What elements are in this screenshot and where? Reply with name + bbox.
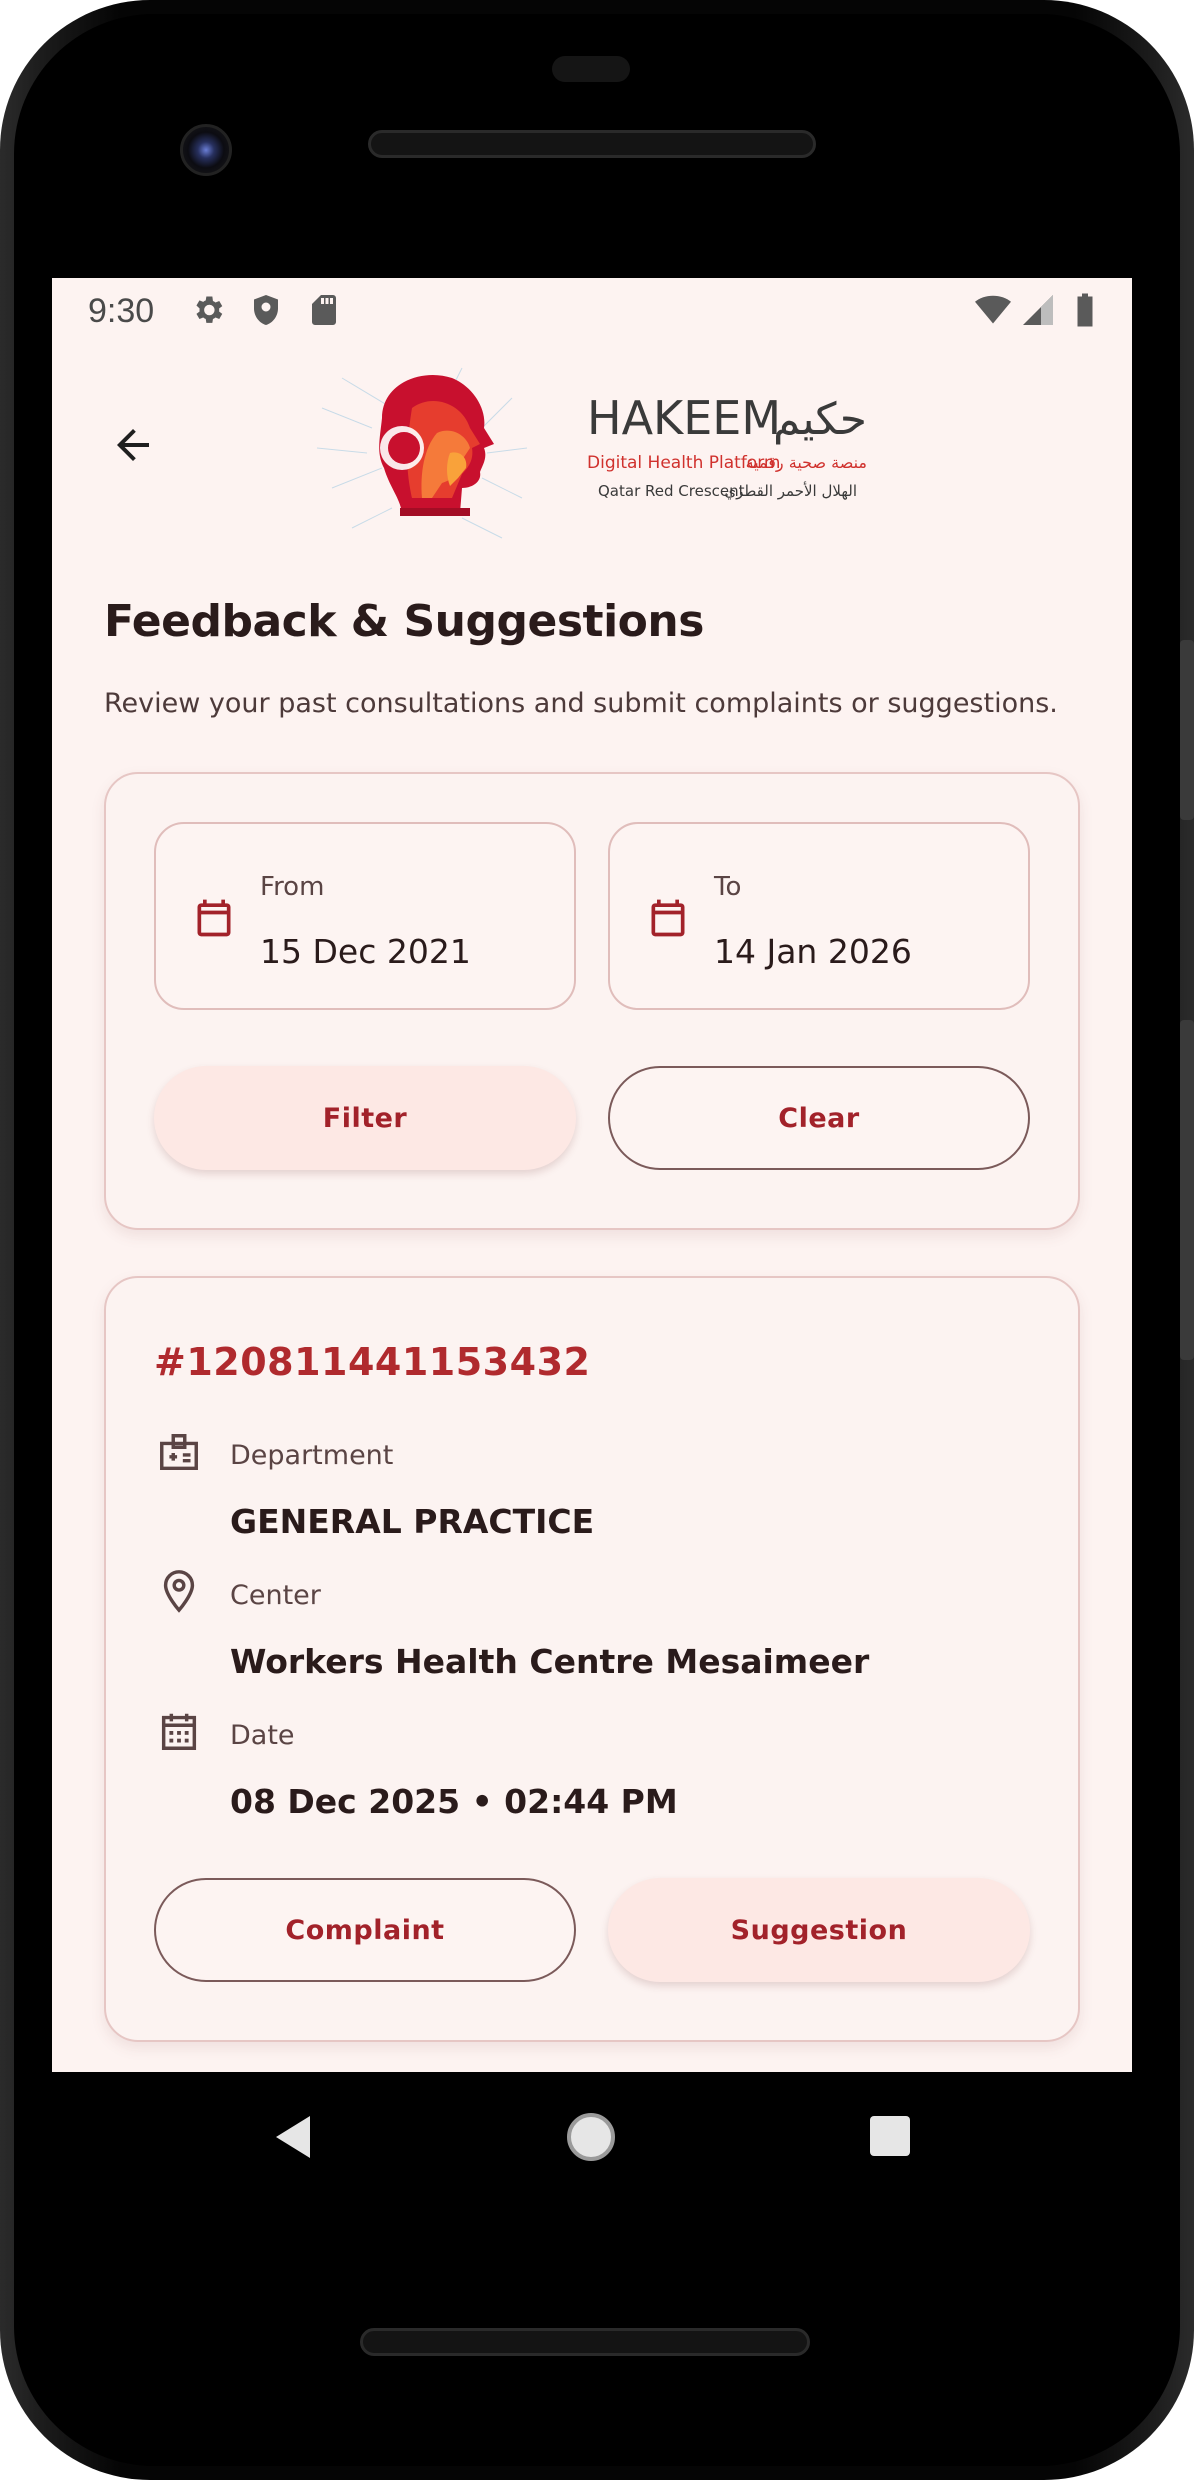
center-label: Center	[230, 1580, 321, 1611]
battery-icon	[1077, 293, 1093, 327]
page-subtitle: Review your past consultations and submi…	[104, 688, 1058, 719]
clear-button[interactable]: Clear	[608, 1066, 1030, 1170]
nav-recents-icon[interactable]	[868, 2114, 912, 2158]
gear-icon	[196, 296, 223, 323]
from-date-field[interactable]: From 15 Dec 2021	[154, 822, 576, 1010]
signal-icon	[1023, 295, 1053, 325]
status-time: 9:30	[88, 292, 155, 330]
clear-button-label: Clear	[778, 1102, 860, 1134]
to-value: 14 Jan 2026	[714, 932, 912, 971]
power-button	[1180, 640, 1194, 820]
shield-icon	[254, 295, 278, 325]
department-label: Department	[230, 1440, 394, 1471]
suggestion-button-label: Suggestion	[730, 1914, 908, 1946]
volume-button	[1180, 1020, 1194, 1360]
wifi-icon	[975, 295, 1011, 324]
logo-brand: HAKEEM	[587, 391, 781, 445]
to-date-field[interactable]: To 14 Jan 2026	[608, 822, 1030, 1010]
department-icon	[160, 1434, 198, 1471]
sd-card-icon	[312, 295, 336, 325]
logo-org: Qatar Red Crescent	[598, 482, 745, 500]
date-filter-card: From 15 Dec 2021 To 14 Jan 2026 Filter C…	[104, 772, 1080, 1230]
date-label: Date	[230, 1720, 295, 1751]
arrow-back-icon	[117, 429, 149, 461]
location-pin-icon	[163, 1570, 195, 1613]
from-label: From	[260, 872, 325, 902]
top-slot	[552, 56, 630, 82]
to-label: To	[714, 872, 742, 902]
consultation-id: #12081144115343​2	[154, 1340, 591, 1384]
status-bar: 9:30	[52, 278, 1132, 344]
center-value: Workers Health Centre Mesaimeer	[230, 1642, 870, 1681]
logo-brand-arabic: حكيم	[773, 394, 867, 445]
department-value: GENERAL PRACTICE	[230, 1502, 595, 1541]
calendar-grid-icon	[161, 1713, 197, 1750]
back-button[interactable]	[96, 408, 170, 482]
complaint-button-label: Complaint	[285, 1914, 445, 1946]
nav-home-icon[interactable]	[564, 2110, 618, 2164]
page-title: Feedback & Suggestions	[104, 596, 704, 647]
filter-button-label: Filter	[322, 1102, 408, 1134]
front-camera	[180, 124, 232, 176]
suggestion-button[interactable]: Suggestion	[608, 1878, 1030, 1982]
calendar-icon	[651, 899, 685, 937]
logo-tagline-arabic: منصة صحية رقمية	[746, 453, 867, 473]
complaint-button[interactable]: Complaint	[154, 1878, 576, 1982]
filter-button[interactable]: Filter	[154, 1066, 576, 1170]
calendar-icon	[197, 899, 231, 937]
nav-bar	[52, 2072, 1132, 2202]
logo-head-graphic: HAKEEM حكيم Digital Health Platform منصة…	[316, 367, 867, 539]
consultation-card: #12081144115343​2 Department GENERAL PRA…	[104, 1276, 1080, 2042]
date-value: 08 Dec 2025 • 02:44 PM	[230, 1782, 678, 1821]
screen: 9:30 HAKEEM حكيم Digital Health Platform…	[52, 278, 1132, 2072]
nav-back-icon[interactable]	[270, 2112, 316, 2162]
bottom-speaker	[360, 2328, 810, 2356]
hakeem-logo: HAKEEM حكيم Digital Health Platform منصة…	[312, 348, 872, 558]
logo-org-arabic: الهلال الأحمر القطري	[724, 481, 857, 501]
earpiece-speaker	[368, 130, 816, 158]
from-value: 15 Dec 2021	[260, 932, 471, 971]
